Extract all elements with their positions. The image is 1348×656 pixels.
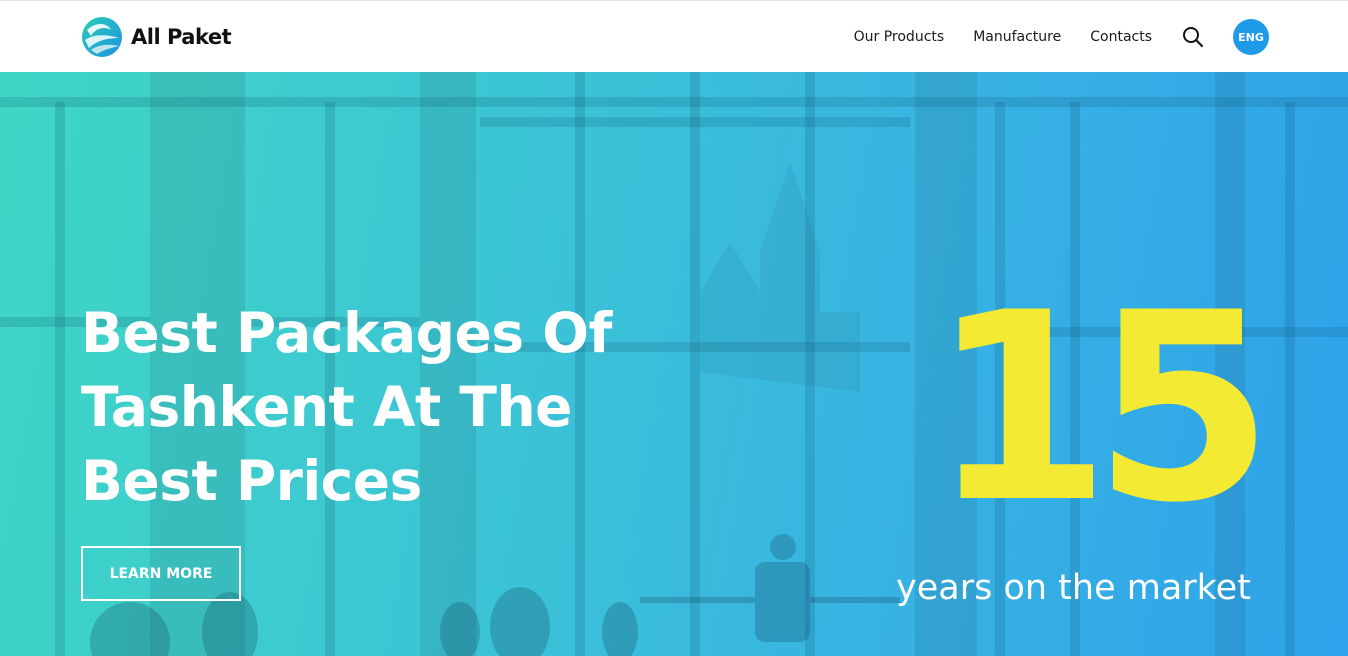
language-switcher[interactable]: ENG [1233,19,1269,55]
swirl-logo-icon [82,17,122,57]
search-button[interactable] [1181,25,1205,49]
main-nav: Our Products Manufacture Contacts ENG [854,19,1269,55]
nav-contacts[interactable]: Contacts [1090,29,1152,45]
hero-section: Best Packages Of Tashkent At The Best Pr… [0,72,1348,656]
brand-name: All Paket [131,25,232,49]
site-header: All Paket Our Products Manufacture Conta… [0,0,1348,72]
learn-more-button[interactable]: LEARN MORE [81,546,241,601]
nav-manufacture[interactable]: Manufacture [973,29,1061,45]
years-caption: years on the market [896,568,1251,608]
brand-logo[interactable]: All Paket [81,15,232,59]
nav-our-products[interactable]: Our Products [854,29,945,45]
hero-title: Best Packages Of Tashkent At The Best Pr… [81,301,612,513]
search-icon [1183,27,1203,47]
years-count: 15 [930,258,1274,560]
